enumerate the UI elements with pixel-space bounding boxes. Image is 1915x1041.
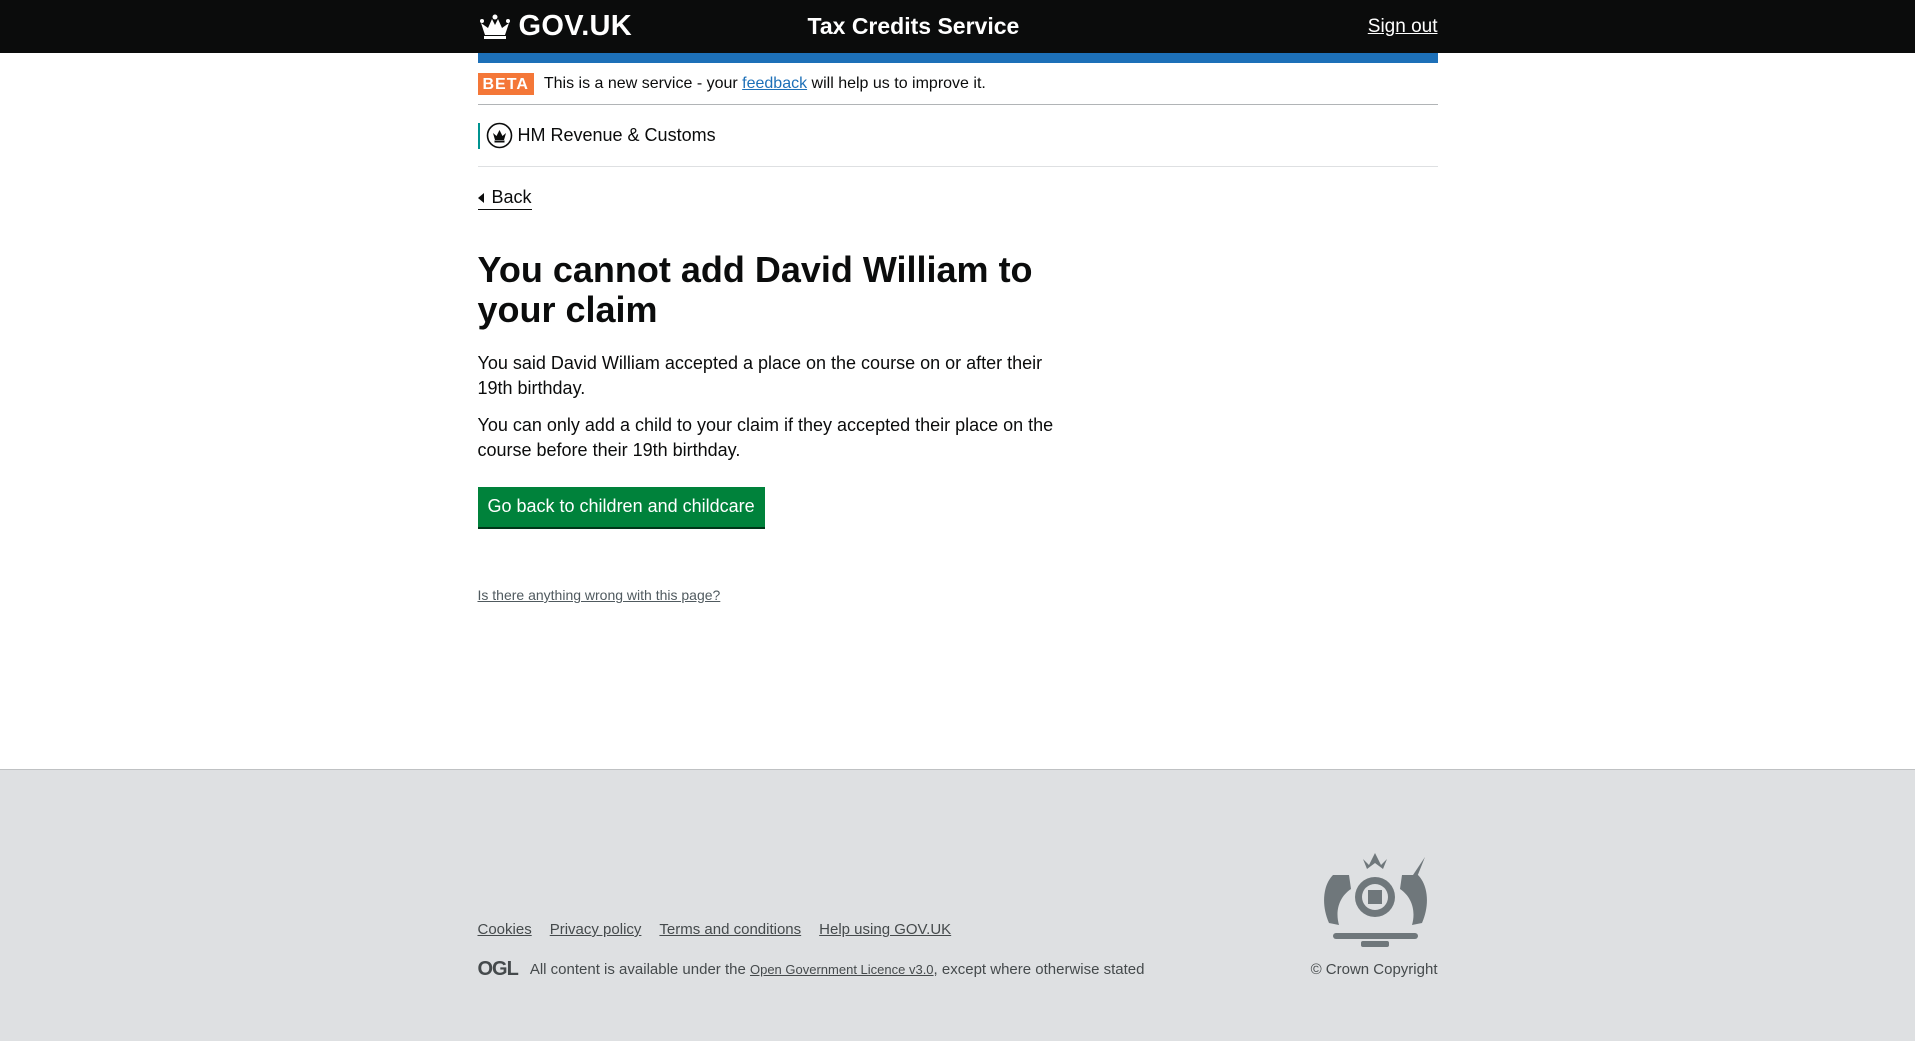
phase-text-before: This is a new service - your — [543, 74, 743, 92]
back-arrow-icon — [477, 192, 484, 203]
back-link-label: Back — [491, 187, 532, 207]
site-header: GOV.UK Tax Credits Service Sign out — [0, 0, 1915, 53]
organisation-name: HM Revenue & Customs — [517, 125, 716, 145]
main-container: BETA This is a new service - your feedba… — [477, 53, 1438, 605]
footer-link-cookies[interactable]: Cookies — [478, 921, 532, 938]
beta-tag: BETA — [477, 72, 534, 95]
paragraph-said: You said David William accepted a place … — [477, 353, 1043, 398]
crown-copyright: © Crown Copyright — [1310, 961, 1438, 978]
organisation-banner: HM Revenue & Customs — [477, 105, 1438, 167]
service-name[interactable]: Tax Credits Service — [808, 13, 1020, 40]
crown-icon — [479, 14, 510, 39]
ogl-logo: OGL — [477, 958, 519, 980]
footer-link-help[interactable]: Help using GOV.UK — [819, 921, 951, 938]
page-title: You cannot add David William to your cla… — [477, 249, 1033, 330]
site-footer: Cookies Privacy policy Terms and conditi… — [0, 769, 1915, 1041]
licence-text-before: All content is available under the — [529, 961, 750, 978]
logo-text: GOV.UK — [518, 10, 633, 42]
licence-statement: OGL All content is available under the O… — [478, 958, 1145, 981]
phase-text-after: will help us to improve it. — [807, 74, 986, 92]
licence-link[interactable]: Open Government Licence v3.0 — [750, 962, 934, 977]
hmrc-crest-icon — [486, 122, 512, 149]
licence-text-after: , except where otherwise stated — [933, 961, 1145, 978]
footer-link-privacy[interactable]: Privacy policy — [550, 921, 642, 938]
paragraph-rule: You can only add a child to your claim i… — [477, 415, 1054, 460]
back-link[interactable]: Back — [477, 187, 532, 210]
sign-out-link[interactable]: Sign out — [1368, 16, 1438, 38]
phase-banner: BETA This is a new service - your feedba… — [477, 63, 1438, 105]
footer-link-terms[interactable]: Terms and conditions — [659, 921, 801, 938]
royal-coat-of-arms-icon — [1323, 853, 1427, 947]
report-problem-link[interactable]: Is there anything wrong with this page? — [478, 587, 721, 603]
go-back-childcare-button[interactable]: Go back to children and childcare — [477, 487, 765, 527]
header-blue-bar — [477, 53, 1438, 63]
feedback-link[interactable]: feedback — [742, 75, 807, 93]
govuk-logo-link[interactable]: GOV.UK — [478, 10, 633, 43]
footer-links: Cookies Privacy policy Terms and conditi… — [478, 921, 952, 938]
